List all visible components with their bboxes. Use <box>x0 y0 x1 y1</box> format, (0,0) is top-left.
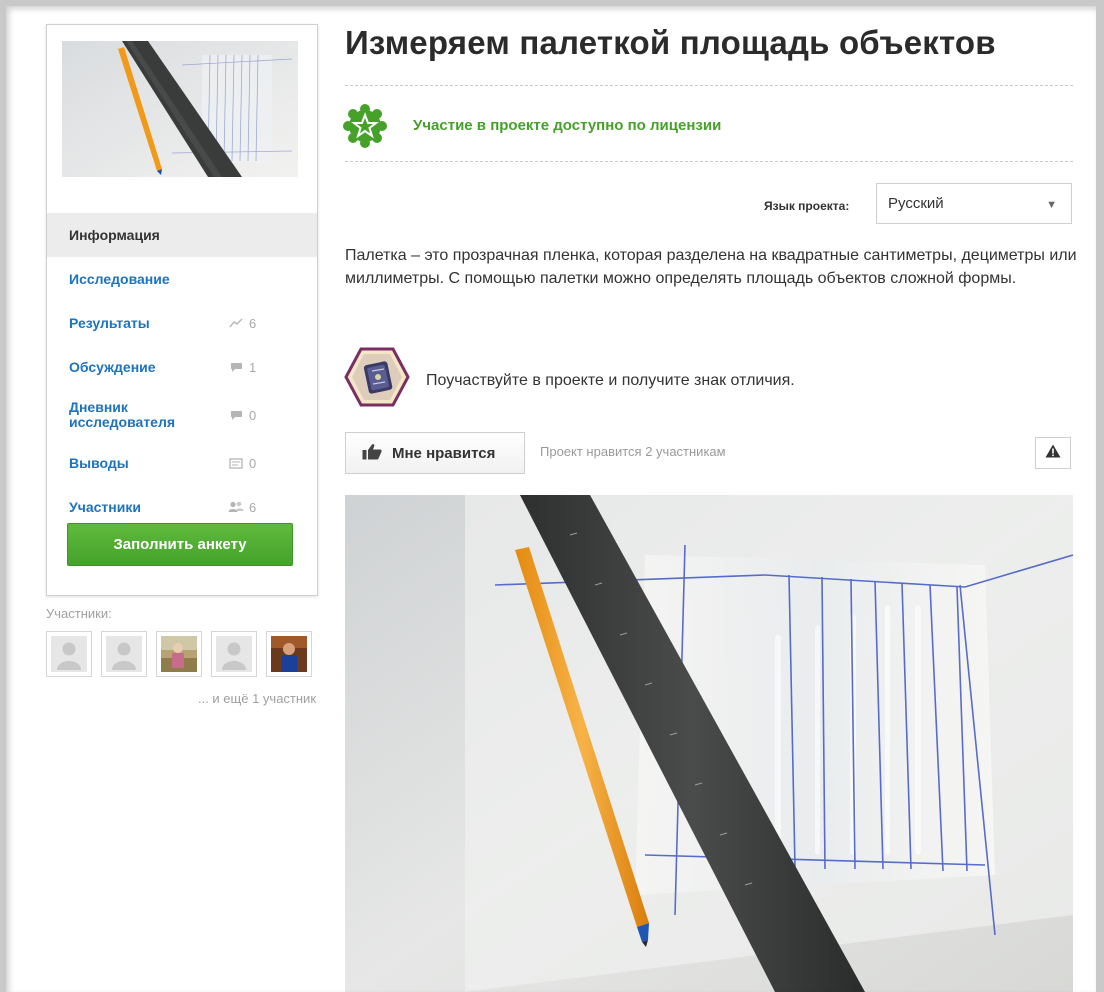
report-button[interactable] <box>1035 437 1071 469</box>
sidebar-nav: Информация Исследование Результаты 6 Обс… <box>47 213 317 529</box>
sidebar-item-info[interactable]: Информация <box>47 213 317 257</box>
results-count: 6 <box>228 316 256 331</box>
fill-form-button[interactable]: Заполнить анкету <box>67 523 293 566</box>
language-label: Язык проекта: <box>764 199 850 213</box>
like-label: Мне нравится <box>392 444 496 462</box>
sidebar-item-results[interactable]: Результаты 6 <box>47 301 317 345</box>
avatar[interactable] <box>101 631 147 677</box>
like-button[interactable]: Мне нравится <box>345 432 525 474</box>
language-select[interactable]: Русский ▼ <box>876 183 1072 224</box>
members-label: Участники: <box>46 606 112 621</box>
discussion-count: 1 <box>228 360 256 375</box>
people-icon <box>228 500 244 514</box>
member-avatars <box>46 631 312 677</box>
avatar[interactable] <box>211 631 257 677</box>
like-count-text: Проект нравится 2 участникам <box>540 444 726 459</box>
sidebar-item-label: Участники <box>69 499 141 515</box>
sidebar-item-conclusions[interactable]: Выводы 0 <box>47 441 317 485</box>
badge-prompt: Поучаствуйте в проекте и получите знак о… <box>426 372 795 389</box>
chevron-down-icon: ▼ <box>1046 199 1057 211</box>
language-value: Русский <box>888 195 944 212</box>
sidebar-item-label: Информация <box>69 227 160 243</box>
page-title: Измеряем палеткой площадь объектов <box>345 24 996 61</box>
divider <box>345 85 1073 86</box>
sidebar-item-label: Исследование <box>69 271 170 287</box>
sidebar-item-label: Выводы <box>69 455 129 471</box>
divider <box>345 161 1073 162</box>
note-icon <box>228 456 244 470</box>
comment-icon <box>228 408 244 422</box>
comment-icon <box>228 360 244 374</box>
sidebar-item-label: Результаты <box>69 315 150 331</box>
sidebar-item-label: Обсуждение <box>69 359 156 375</box>
avatar[interactable] <box>156 631 202 677</box>
chart-line-icon <box>228 316 244 330</box>
star-badge-icon <box>343 104 387 153</box>
sidebar: Информация Исследование Результаты 6 Обс… <box>46 24 318 596</box>
project-thumbnail[interactable] <box>62 41 298 177</box>
license-notice[interactable]: Участие в проекте доступно по лицензии <box>413 117 721 134</box>
project-description: Палетка – это прозрачная пленка, которая… <box>345 247 1077 287</box>
sidebar-item-label: Дневник исследователя <box>69 399 176 430</box>
project-photo[interactable] <box>345 495 1073 992</box>
sidebar-item-discussion[interactable]: Обсуждение 1 <box>47 345 317 389</box>
diary-count: 0 <box>228 408 256 423</box>
avatar[interactable] <box>266 631 312 677</box>
thumbs-up-icon <box>362 443 382 464</box>
conclusions-count: 0 <box>228 456 256 471</box>
badge-award-icon <box>344 347 410 412</box>
avatar[interactable] <box>46 631 92 677</box>
more-members-link[interactable]: ... и ещё 1 участник <box>46 691 316 706</box>
warning-icon <box>1045 444 1061 463</box>
sidebar-item-research[interactable]: Исследование <box>47 257 317 301</box>
sidebar-item-diary[interactable]: Дневник исследователя 0 <box>47 389 317 441</box>
members-count: 6 <box>228 500 256 515</box>
